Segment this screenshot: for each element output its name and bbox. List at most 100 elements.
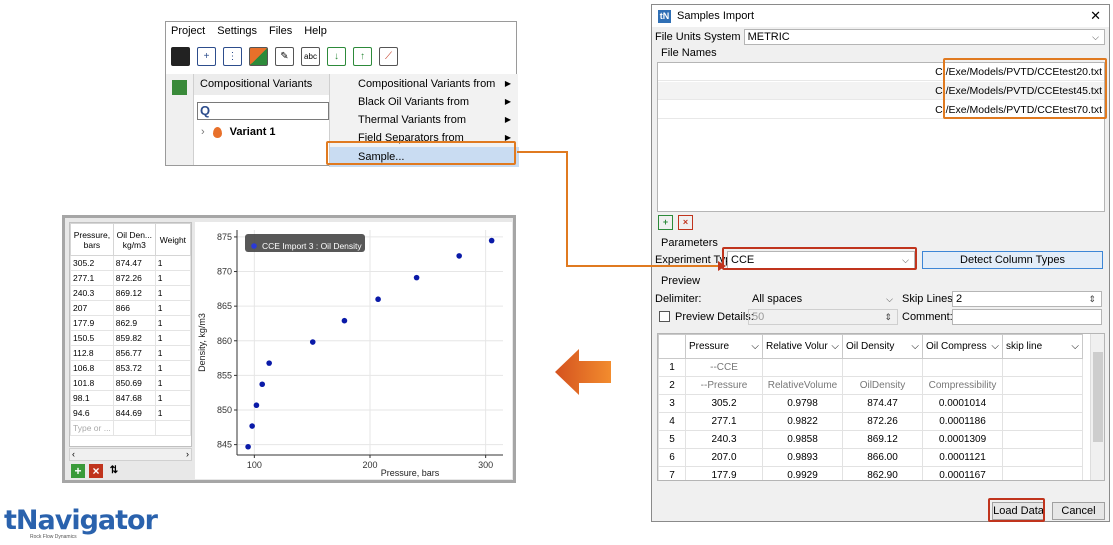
preview-row[interactable]: 2 --Pressure RelativeVolume OilDensity Compr… [658, 376, 1083, 395]
scroll-left-icon[interactable]: ‹ [72, 449, 75, 459]
submenu-item-black-oil[interactable]: Black Oil Variants from ▶ [330, 92, 519, 112]
table-cell[interactable]: 1 [154, 255, 191, 271]
table-cell[interactable]: 853.72 [112, 360, 156, 376]
close-icon[interactable]: ✕ [1090, 8, 1101, 24]
table-cell[interactable]: 1 [154, 300, 191, 316]
preview-cell[interactable] [1002, 394, 1083, 413]
table-cell[interactable]: 872.26 [112, 270, 156, 286]
preview-cell[interactable] [1002, 448, 1083, 467]
export-icon[interactable]: ↑ [353, 46, 372, 66]
table-row[interactable]: 94.6 844.69 1 [70, 405, 191, 421]
menu-help[interactable]: Help [304, 25, 327, 37]
save-icon[interactable] [171, 46, 190, 66]
table-row[interactable]: 277.1 872.26 1 [70, 270, 191, 286]
table-row[interactable]: 150.5 859.82 1 [70, 330, 191, 346]
menu-files[interactable]: Files [269, 25, 292, 37]
preview-grid[interactable]: Pressure ⌵ Relative Volur ⌵ Oil Density … [657, 333, 1105, 481]
skip-lines-input[interactable]: 2 ⇕ [952, 291, 1102, 307]
preview-row[interactable]: 6 207.0 0.9893 866.00 0.0001121 [658, 448, 1083, 467]
preview-cell[interactable] [1002, 466, 1083, 480]
preview-cell[interactable] [922, 358, 1003, 377]
table-cell[interactable]: 106.8 [70, 360, 114, 376]
file-list[interactable]: C:/Exe/Models/PVTD/CCEtest20.txt C:/Exe/… [657, 62, 1105, 212]
preview-row[interactable]: 3 305.2 0.9798 874.47 0.0001014 [658, 394, 1083, 413]
vertical-scrollbar[interactable] [1090, 334, 1104, 480]
table-cell[interactable]: 1 [154, 315, 191, 331]
detect-column-types-button[interactable]: Detect Column Types [922, 251, 1103, 269]
column-type-oil-compress[interactable]: Oil Compress ⌵ [922, 334, 1003, 359]
preview-row[interactable]: 7 177.9 0.9929 862.90 0.0001167 [658, 466, 1083, 480]
preview-cell[interactable] [842, 358, 923, 377]
table-cell[interactable]: 874.47 [112, 255, 156, 271]
submenu-item-sample[interactable]: Sample... [330, 147, 519, 167]
table-row[interactable]: 98.1 847.68 1 [70, 390, 191, 406]
menu-project[interactable]: Project [171, 25, 205, 37]
table-cell[interactable]: 1 [154, 270, 191, 286]
preview-cell[interactable]: 0.9929 [762, 466, 843, 480]
scroll-right-icon[interactable]: › [186, 449, 189, 459]
table-cell[interactable]: 305.2 [70, 255, 114, 271]
preview-cell[interactable] [762, 358, 843, 377]
new-row-placeholder[interactable]: Type or ... [70, 420, 114, 436]
table-cell[interactable]: 98.1 [70, 390, 114, 406]
table-cell[interactable]: 1 [154, 390, 191, 406]
preview-cell[interactable]: 0.0001186 [922, 412, 1003, 431]
delete-row-icon[interactable]: × [89, 464, 103, 478]
table-cell[interactable]: 177.9 [70, 315, 114, 331]
preview-cell[interactable]: 869.12 [842, 430, 923, 449]
table-cell[interactable]: 859.82 [112, 330, 156, 346]
preview-cell[interactable]: OilDensity [842, 376, 923, 395]
preview-details-checkbox[interactable] [659, 311, 670, 322]
preview-cell[interactable]: 0.0001309 [922, 430, 1003, 449]
col-weight[interactable]: Weight [154, 223, 191, 256]
submenu-item-compositional[interactable]: Compositional Variants from ▶ [330, 74, 519, 94]
abc-icon[interactable]: abc [301, 46, 320, 66]
new-icon[interactable]: + [197, 46, 216, 66]
units-select[interactable]: METRIC ⌵ [743, 29, 1105, 45]
preview-cell[interactable]: 277.1 [685, 412, 763, 431]
search-input[interactable]: Q [197, 102, 329, 120]
horizontal-scrollbar[interactable]: ‹ › [69, 448, 192, 461]
menu-settings[interactable]: Settings [217, 25, 257, 37]
preview-cell[interactable] [1002, 358, 1083, 377]
column-type-oil-density[interactable]: Oil Density ⌵ [842, 334, 923, 359]
preview-cell[interactable]: --CCE [685, 358, 763, 377]
tree-item-variant[interactable]: › Variant 1 [201, 126, 276, 138]
preview-row[interactable]: 5 240.3 0.9858 869.12 0.0001309 [658, 430, 1083, 449]
column-type-skip-line[interactable]: skip line ⌵ [1002, 334, 1083, 359]
project-tree-icon[interactable] [172, 80, 187, 95]
table-row[interactable]: 177.9 862.9 1 [70, 315, 191, 331]
delimiter-select[interactable]: All spaces ⌵ [748, 291, 898, 307]
table-cell[interactable]: 844.69 [112, 405, 156, 421]
preview-row[interactable]: 1 --CCE [658, 358, 1083, 377]
column-type-pressure[interactable]: Pressure ⌵ [685, 334, 763, 359]
column-type-relative-volume[interactable]: Relative Volur ⌵ [762, 334, 843, 359]
preview-cell[interactable]: 177.9 [685, 466, 763, 480]
preview-cell[interactable]: 866.00 [842, 448, 923, 467]
table-cell[interactable]: 1 [154, 285, 191, 301]
table-cell[interactable]: 856.77 [112, 345, 156, 361]
preview-cell[interactable] [1002, 412, 1083, 431]
table-cell[interactable]: 1 [154, 330, 191, 346]
table-row[interactable]: 207 866 1 [70, 300, 191, 316]
table-cell[interactable]: 150.5 [70, 330, 114, 346]
table-row[interactable]: 240.3 869.12 1 [70, 285, 191, 301]
cancel-button[interactable]: Cancel [1052, 502, 1105, 520]
table-cell[interactable]: 94.6 [70, 405, 114, 421]
submenu-item-field-separators[interactable]: Field Separators from ▶ [330, 128, 519, 148]
preview-cell[interactable]: 207.0 [685, 448, 763, 467]
load-data-button[interactable]: Load Data [992, 502, 1045, 520]
preview-cell[interactable] [1002, 430, 1083, 449]
preview-cell[interactable]: 0.0001121 [922, 448, 1003, 467]
preview-cell[interactable]: 0.0001167 [922, 466, 1003, 480]
table-row[interactable]: 106.8 853.72 1 [70, 360, 191, 376]
preview-cell[interactable]: 0.9798 [762, 394, 843, 413]
col-pressure[interactable]: Pressure, bars [70, 223, 114, 256]
sort-icon[interactable]: ⇅ [107, 464, 121, 478]
add-file-icon[interactable]: + [658, 215, 673, 230]
table-row[interactable]: 305.2 874.47 1 [70, 255, 191, 271]
file-row[interactable]: C:/Exe/Models/PVTD/CCEtest20.txt [658, 63, 1104, 81]
preview-row[interactable]: 4 277.1 0.9822 872.26 0.0001186 [658, 412, 1083, 431]
submenu-item-thermal[interactable]: Thermal Variants from ▶ [330, 110, 519, 130]
preview-cell[interactable]: 240.3 [685, 430, 763, 449]
